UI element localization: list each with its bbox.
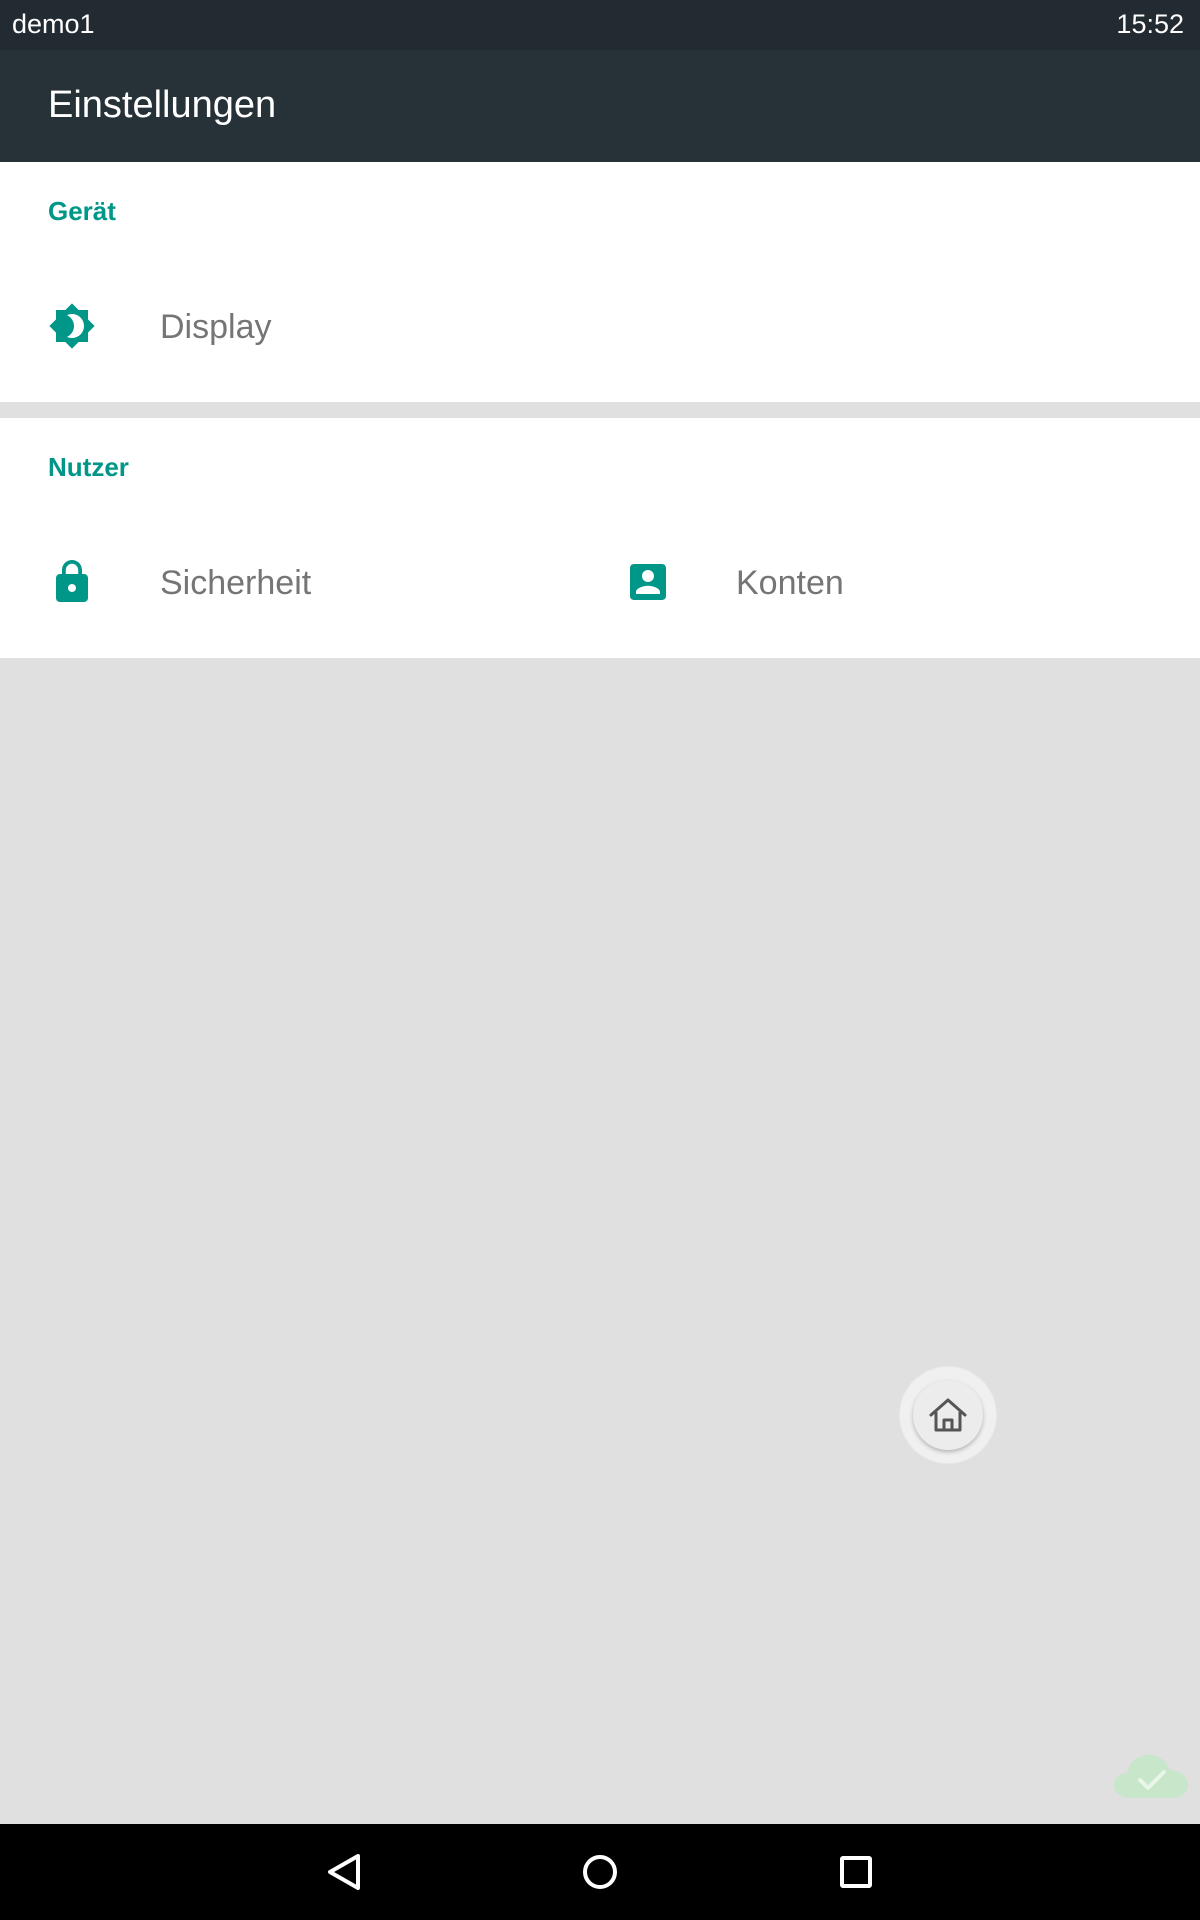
floating-home-button[interactable] (900, 1367, 996, 1463)
app-bar: Einstellungen (0, 50, 1200, 162)
section-user: Nutzer Sicherheit Konten (0, 418, 1200, 658)
settings-tile-label: Sicherheit (160, 564, 312, 602)
lock-icon (48, 558, 96, 606)
section-header-device: Gerät (48, 196, 116, 226)
settings-tile-accounts[interactable]: Konten (576, 528, 1176, 638)
status-bar: demo1 15:52 (0, 0, 1200, 50)
settings-tile-label: Konten (736, 564, 844, 602)
settings-tile-label: Display (160, 308, 272, 346)
back-icon[interactable] (314, 1842, 374, 1902)
cloud-check-icon (1112, 1748, 1190, 1804)
settings-tile-security[interactable]: Sicherheit (0, 528, 576, 638)
settings-tile-display[interactable]: Display (0, 272, 600, 382)
system-nav-bar (0, 1824, 1200, 1920)
brightness-icon (48, 302, 96, 350)
device-name: demo1 (12, 9, 95, 39)
recents-icon[interactable] (826, 1842, 886, 1902)
page-title: Einstellungen (48, 84, 277, 126)
account-box-icon (624, 558, 672, 606)
section-header-user: Nutzer (48, 452, 129, 482)
section-device: Gerät Display (0, 162, 1200, 402)
clock: 15:52 (1116, 9, 1184, 39)
home-circle-icon[interactable] (570, 1842, 630, 1902)
